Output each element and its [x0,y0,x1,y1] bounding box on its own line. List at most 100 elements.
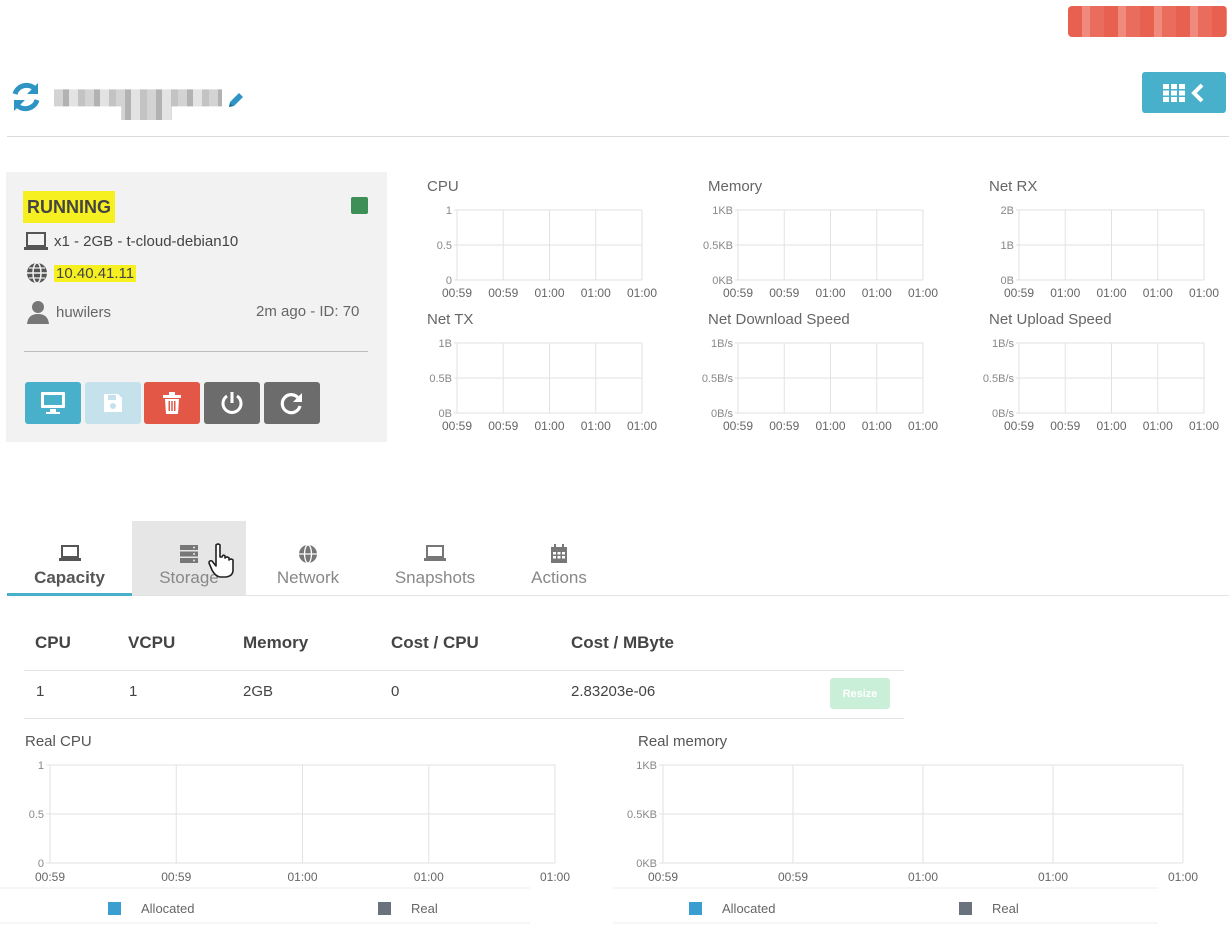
x-tick-label: 00:59 [769,286,799,300]
y-tick-label: 0.5B [429,373,452,385]
x-tick-label: 01:00 [540,870,570,884]
y-tick-label: 1B/s [711,338,734,350]
vm-name [54,89,222,120]
x-tick-label: 01:00 [627,286,657,300]
x-tick-label: 00:59 [1004,286,1034,300]
x-tick-label: 01:00 [1189,419,1219,433]
x-tick-label: 01:00 [908,419,938,433]
x-tick-label: 01:00 [287,870,317,884]
cell-vcpu: 1 [129,683,138,700]
tab-label: Actions [531,568,587,587]
x-tick-label: 01:00 [862,419,892,433]
x-tick-label: 01:00 [534,286,564,300]
tab-network[interactable]: Network [246,521,370,596]
power-button[interactable] [204,382,260,424]
real-chart: 1KB0.5KB0KB00:59 00:59 01:00 01:00 01:00 [613,760,1198,924]
x-tick-label: 00:59 [35,870,65,884]
y-tick-label: 0.5B/s [702,373,734,385]
user-icon [27,301,49,324]
y-tick-label: 0.5KB [627,809,657,821]
mini-chart-title: Net TX [427,311,474,328]
x-tick-label: 00:59 [442,419,472,433]
x-tick-label: 00:59 [648,870,678,884]
mini-chart: 1B/s0.5B/s0B/s00:59 00:59 01:00 01:00 01:00 [702,338,938,433]
y-tick-label: 0.5 [437,240,452,252]
x-tick-label: 01:00 [1096,419,1126,433]
mini-chart-title: Net RX [989,178,1038,195]
active-tab-indicator [7,593,132,596]
refresh-icon[interactable] [9,80,43,114]
mini-chart: 1B0.5B0B00:59 00:59 01:00 01:00 01:00 [429,338,657,433]
y-tick-label: 1 [446,205,452,217]
save-button[interactable] [85,382,141,424]
status-indicator [351,197,368,214]
globe-icon [299,544,317,564]
mini-chart-title: Net Upload Speed [989,311,1112,328]
x-tick-label: 00:59 [723,286,753,300]
x-tick-label: 00:59 [442,286,472,300]
x-tick-label: 00:59 [1004,419,1034,433]
legend-swatch [689,902,702,915]
created-id-label: 2m ago - ID: 70 [256,303,360,320]
tab-snapshots[interactable]: Snapshots [370,521,500,596]
cell-cost-cpu: 0 [391,683,400,700]
vnc-button[interactable] [25,382,81,424]
x-tick-label: 01:00 [1189,286,1219,300]
x-tick-label: 01:00 [815,286,845,300]
real-chart-title: Real CPU [25,733,92,750]
x-tick-label: 01:00 [862,286,892,300]
chevron-left-icon [1191,83,1204,102]
status-label: RUNNING [23,191,115,223]
tab-actions[interactable]: Actions [500,521,618,596]
x-tick-label: 01:00 [908,286,938,300]
column-header-vcpu: VCPU [128,633,176,652]
pencil-icon[interactable] [226,90,246,110]
tab-label: Network [276,568,340,587]
mini-chart-title: CPU [427,178,459,195]
monitor-icon [41,392,65,414]
x-tick-label: 01:00 [581,286,611,300]
mini-chart-title: Memory [708,178,763,195]
x-tick-label: 01:00 [908,870,938,884]
mini-chart: 1B/s0.5B/s0B/s00:59 00:59 01:00 01:00 01:00 [983,338,1219,433]
y-tick-label: 0.5KB [703,240,733,252]
cell-cpu: 1 [36,683,45,700]
floppy-icon [104,394,122,412]
owner-row: huwilers [26,300,111,324]
y-tick-label: 1KB [636,760,657,772]
resize-button[interactable]: Resize [830,678,890,709]
x-tick-label: 01:00 [414,870,444,884]
x-tick-label: 01:00 [1143,286,1173,300]
laptop-icon [24,232,48,250]
delete-button[interactable] [144,382,200,424]
real-chart-title: Real memory [638,733,728,750]
laptop-icon [58,545,81,561]
tab-capacity[interactable]: Capacity [7,521,132,596]
mini-chart: 2B1B0B00:59 01:00 01:00 01:00 01:00 [1001,205,1219,300]
spec-label: x1 - 2GB - t-cloud-debian10 [54,232,239,250]
panel-toggle-button[interactable] [1142,72,1226,113]
column-header-cost-cpu: Cost / CPU [391,633,479,652]
y-tick-label: 0.5B/s [983,373,1015,385]
trash-icon [163,392,181,414]
column-header-cpu: CPU [35,633,71,652]
x-tick-label: 00:59 [488,286,518,300]
header-divider [7,136,1229,137]
hand-cursor-icon [208,543,234,578]
table-header-divider [24,670,904,671]
x-tick-label: 01:00 [581,419,611,433]
reboot-button[interactable] [264,382,320,424]
globe-icon [27,262,47,284]
cell-cost-mbyte: 2.83203e-06 [571,683,656,700]
y-tick-label: 0.5 [29,809,44,821]
y-tick-label: 0 [38,858,44,870]
table-row-divider [24,718,904,719]
y-tick-label: 1B/s [992,338,1015,350]
tabs-divider [7,595,1229,596]
x-tick-label: 00:59 [723,419,753,433]
y-tick-label: 1B [1001,240,1014,252]
mini-chart: 1KB0.5KB0KB00:59 00:59 01:00 01:00 01:00 [703,205,938,300]
legend-label: Real [411,901,438,916]
top-action-button[interactable] [1068,6,1227,37]
x-tick-label: 01:00 [1050,286,1080,300]
